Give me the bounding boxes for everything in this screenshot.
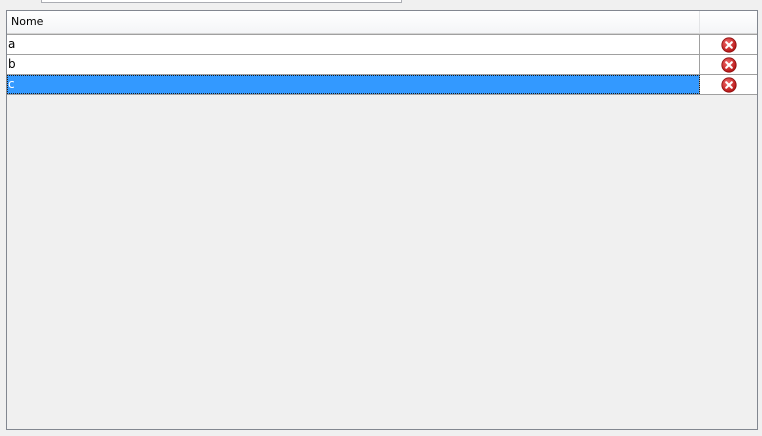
delete-icon bbox=[720, 76, 737, 93]
action-cell bbox=[700, 55, 757, 74]
name-cell[interactable]: b bbox=[7, 55, 700, 74]
name-cell[interactable]: a bbox=[7, 35, 700, 54]
data-grid[interactable]: Nome a b c bbox=[6, 10, 758, 430]
grid-header: Nome bbox=[7, 11, 757, 34]
column-header-nome[interactable]: Nome bbox=[7, 11, 700, 33]
delete-icon bbox=[720, 56, 737, 73]
action-cell bbox=[700, 35, 757, 54]
table-row[interactable]: b bbox=[7, 55, 757, 75]
name-cell[interactable]: c bbox=[7, 75, 700, 94]
table-row[interactable]: a bbox=[7, 34, 757, 55]
delete-row-button[interactable] bbox=[720, 56, 737, 73]
column-header-action[interactable] bbox=[700, 11, 757, 33]
delete-row-button[interactable] bbox=[720, 36, 737, 53]
delete-row-button[interactable] bbox=[720, 76, 737, 93]
delete-icon bbox=[720, 36, 737, 53]
table-row[interactable]: c bbox=[7, 75, 757, 95]
action-cell bbox=[700, 75, 757, 94]
text-input[interactable] bbox=[41, 0, 402, 3]
window-client-area: Nome a b c bbox=[0, 0, 762, 436]
